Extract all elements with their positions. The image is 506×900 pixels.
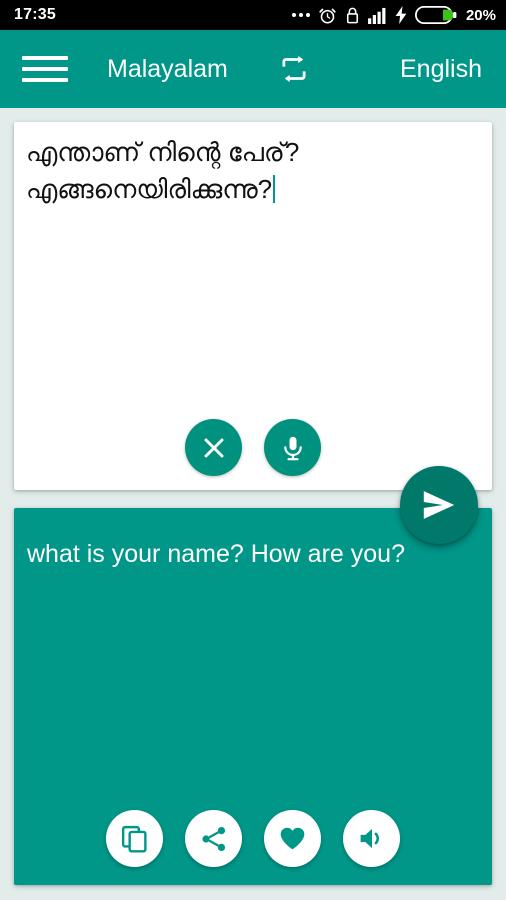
send-icon bbox=[423, 491, 455, 519]
source-language-selector[interactable]: Malayalam bbox=[107, 55, 228, 84]
swap-languages-icon[interactable] bbox=[274, 49, 314, 89]
copy-icon bbox=[121, 825, 147, 853]
speak-button[interactable] bbox=[343, 810, 400, 867]
translation-result-card: what is your name? How are you? bbox=[14, 508, 492, 885]
status-bar: 17:35 20% bbox=[0, 0, 506, 30]
source-action-bar bbox=[14, 419, 492, 476]
alarm-clock-icon bbox=[319, 8, 336, 23]
microphone-button[interactable] bbox=[264, 419, 321, 476]
lock-icon bbox=[346, 7, 359, 23]
text-cursor bbox=[273, 174, 276, 203]
translation-text: what is your name? How are you? bbox=[27, 540, 405, 568]
menu-icon[interactable] bbox=[22, 52, 68, 86]
speaker-icon bbox=[360, 828, 379, 849]
translator-app-screen: 17:35 20% Malayalam English എന്താണ് നിന്… bbox=[0, 0, 506, 900]
translation-action-bar bbox=[14, 810, 492, 867]
status-time: 17:35 bbox=[14, 6, 56, 23]
more-dots-icon bbox=[291, 13, 310, 17]
clear-button[interactable] bbox=[185, 419, 242, 476]
signal-bars-icon bbox=[368, 7, 386, 24]
charging-bolt-icon bbox=[395, 6, 407, 24]
source-text-card: എന്താണ് നിന്റെ പേര്? എങ്ങനെയിരിക്കുന്നു? bbox=[14, 122, 492, 490]
battery-percent-label: 20% bbox=[465, 6, 496, 24]
send-button[interactable] bbox=[400, 466, 478, 544]
heart-icon bbox=[280, 827, 305, 850]
status-icons: 20% bbox=[291, 6, 496, 25]
share-button[interactable] bbox=[185, 810, 242, 867]
battery-icon bbox=[414, 6, 457, 24]
share-icon bbox=[201, 826, 225, 851]
favorite-button[interactable] bbox=[264, 810, 321, 867]
source-text-input[interactable]: എന്താണ് നിന്റെ പേര്? എങ്ങനെയിരിക്കുന്നു? bbox=[26, 134, 480, 208]
copy-button[interactable] bbox=[106, 810, 163, 867]
source-text-value: എന്താണ് നിന്റെ പേര്? എങ്ങനെയിരിക്കുന്നു? bbox=[26, 137, 300, 204]
clear-icon bbox=[204, 438, 223, 457]
app-bar: Malayalam English bbox=[0, 30, 506, 108]
microphone-icon bbox=[283, 436, 302, 460]
target-language-selector[interactable]: English bbox=[400, 55, 482, 84]
